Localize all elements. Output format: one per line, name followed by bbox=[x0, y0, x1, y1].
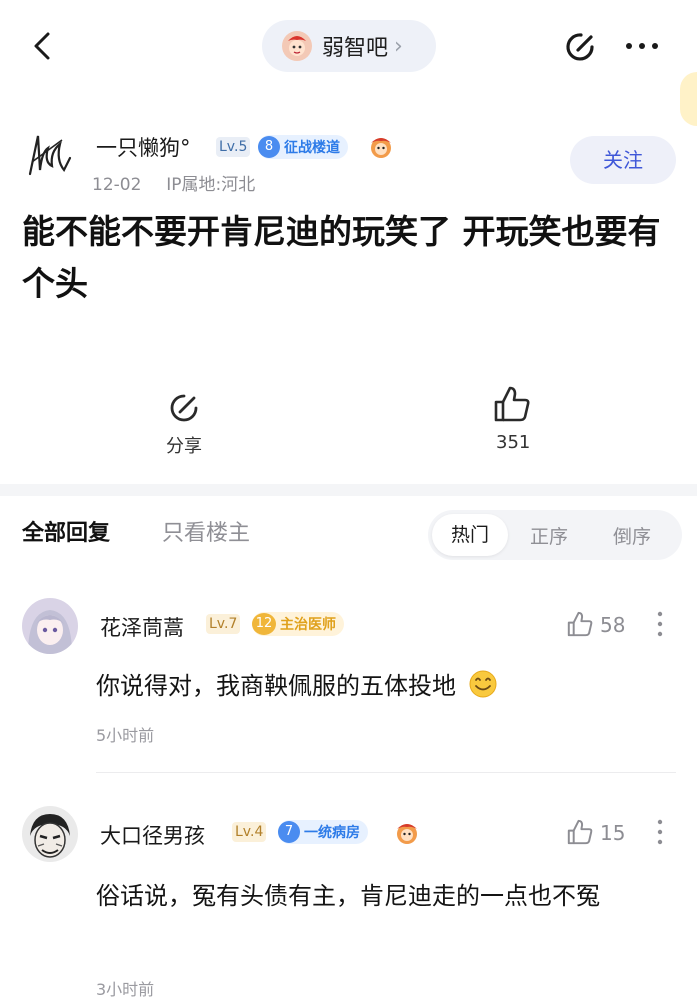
monkey-badge-icon bbox=[371, 138, 391, 158]
badge-number: 8 bbox=[258, 136, 280, 158]
post-date: 12-02 bbox=[92, 175, 142, 195]
floating-side-widget[interactable] bbox=[680, 72, 697, 126]
level-badge: Lv.7 bbox=[206, 614, 241, 634]
author-name[interactable]: 一只懒狗° bbox=[96, 132, 191, 162]
badge-number: 12 bbox=[252, 613, 276, 635]
badge-title: 一统病房 bbox=[304, 825, 360, 841]
title-badge: 12 主治医师 bbox=[252, 612, 344, 636]
comment-text-content: 你说得对，我商鞅佩服的五体投地 bbox=[96, 672, 456, 700]
tab-op-only[interactable]: 只看楼主 bbox=[162, 515, 250, 547]
title-badge: 8 征战楼道 bbox=[258, 135, 348, 159]
tab-all-replies[interactable]: 全部回复 bbox=[22, 515, 110, 547]
thumbs-up-icon[interactable] bbox=[566, 610, 594, 638]
level-badge: Lv.4 bbox=[232, 822, 267, 842]
edit-icon[interactable] bbox=[562, 28, 600, 66]
section-divider bbox=[0, 484, 697, 496]
comment-divider bbox=[96, 772, 676, 773]
ip-location: IP属地:河北 bbox=[166, 175, 256, 195]
comment-more-icon[interactable] bbox=[656, 611, 664, 637]
smile-emoji-icon bbox=[469, 670, 497, 698]
comment-avatar[interactable] bbox=[22, 806, 78, 862]
post-like-count: 351 bbox=[496, 432, 531, 453]
share-icon[interactable] bbox=[166, 390, 202, 426]
comment-text: 你说得对，我商鞅佩服的五体投地 bbox=[96, 664, 498, 708]
comment-avatar[interactable] bbox=[22, 598, 78, 654]
post-title: 能不能不要开肯尼迪的玩笑了 开玩笑也要有个头 bbox=[22, 212, 661, 303]
forum-name: 弱智吧 bbox=[322, 36, 389, 61]
sort-descending-button[interactable]: 倒序 bbox=[613, 522, 651, 549]
sort-hot-button[interactable]: 热门 bbox=[432, 514, 508, 556]
forum-avatar bbox=[282, 31, 312, 61]
follow-button[interactable]: 关注 bbox=[570, 136, 676, 184]
thumbs-up-icon[interactable] bbox=[492, 384, 532, 424]
comment-like-count: 15 bbox=[600, 821, 626, 845]
comment-like-count: 58 bbox=[600, 613, 626, 637]
comment-text: 俗话说，冤有头债有主，肯尼迪走的一点也不冤 bbox=[96, 882, 600, 910]
monkey-badge-icon bbox=[397, 824, 417, 844]
comment-time: 3小时前 bbox=[96, 980, 155, 999]
badge-title: 主治医师 bbox=[280, 617, 336, 633]
comment-author-name[interactable]: 大口径男孩 bbox=[100, 820, 205, 850]
badge-title: 征战楼道 bbox=[284, 140, 340, 156]
comment-time: 5小时前 bbox=[96, 726, 155, 745]
thumbs-up-icon[interactable] bbox=[566, 818, 594, 846]
level-badge: Lv.5 bbox=[216, 137, 251, 157]
more-dots-icon[interactable] bbox=[624, 36, 660, 56]
comment-author-name[interactable]: 花泽茼蒿 bbox=[100, 612, 184, 642]
chevron-right-icon: › bbox=[394, 33, 403, 59]
title-badge: 7 一统病房 bbox=[278, 820, 368, 844]
post-meta: 12-02 IP属地:河北 bbox=[92, 170, 255, 195]
share-button-label[interactable]: 分享 bbox=[166, 432, 202, 458]
author-avatar[interactable] bbox=[22, 122, 78, 188]
badge-number: 7 bbox=[278, 821, 300, 843]
back-icon[interactable] bbox=[24, 28, 60, 64]
forum-link-button[interactable]: 弱智吧 › bbox=[262, 20, 436, 72]
comment-more-icon[interactable] bbox=[656, 819, 664, 845]
sort-ascending-button[interactable]: 正序 bbox=[530, 522, 568, 549]
